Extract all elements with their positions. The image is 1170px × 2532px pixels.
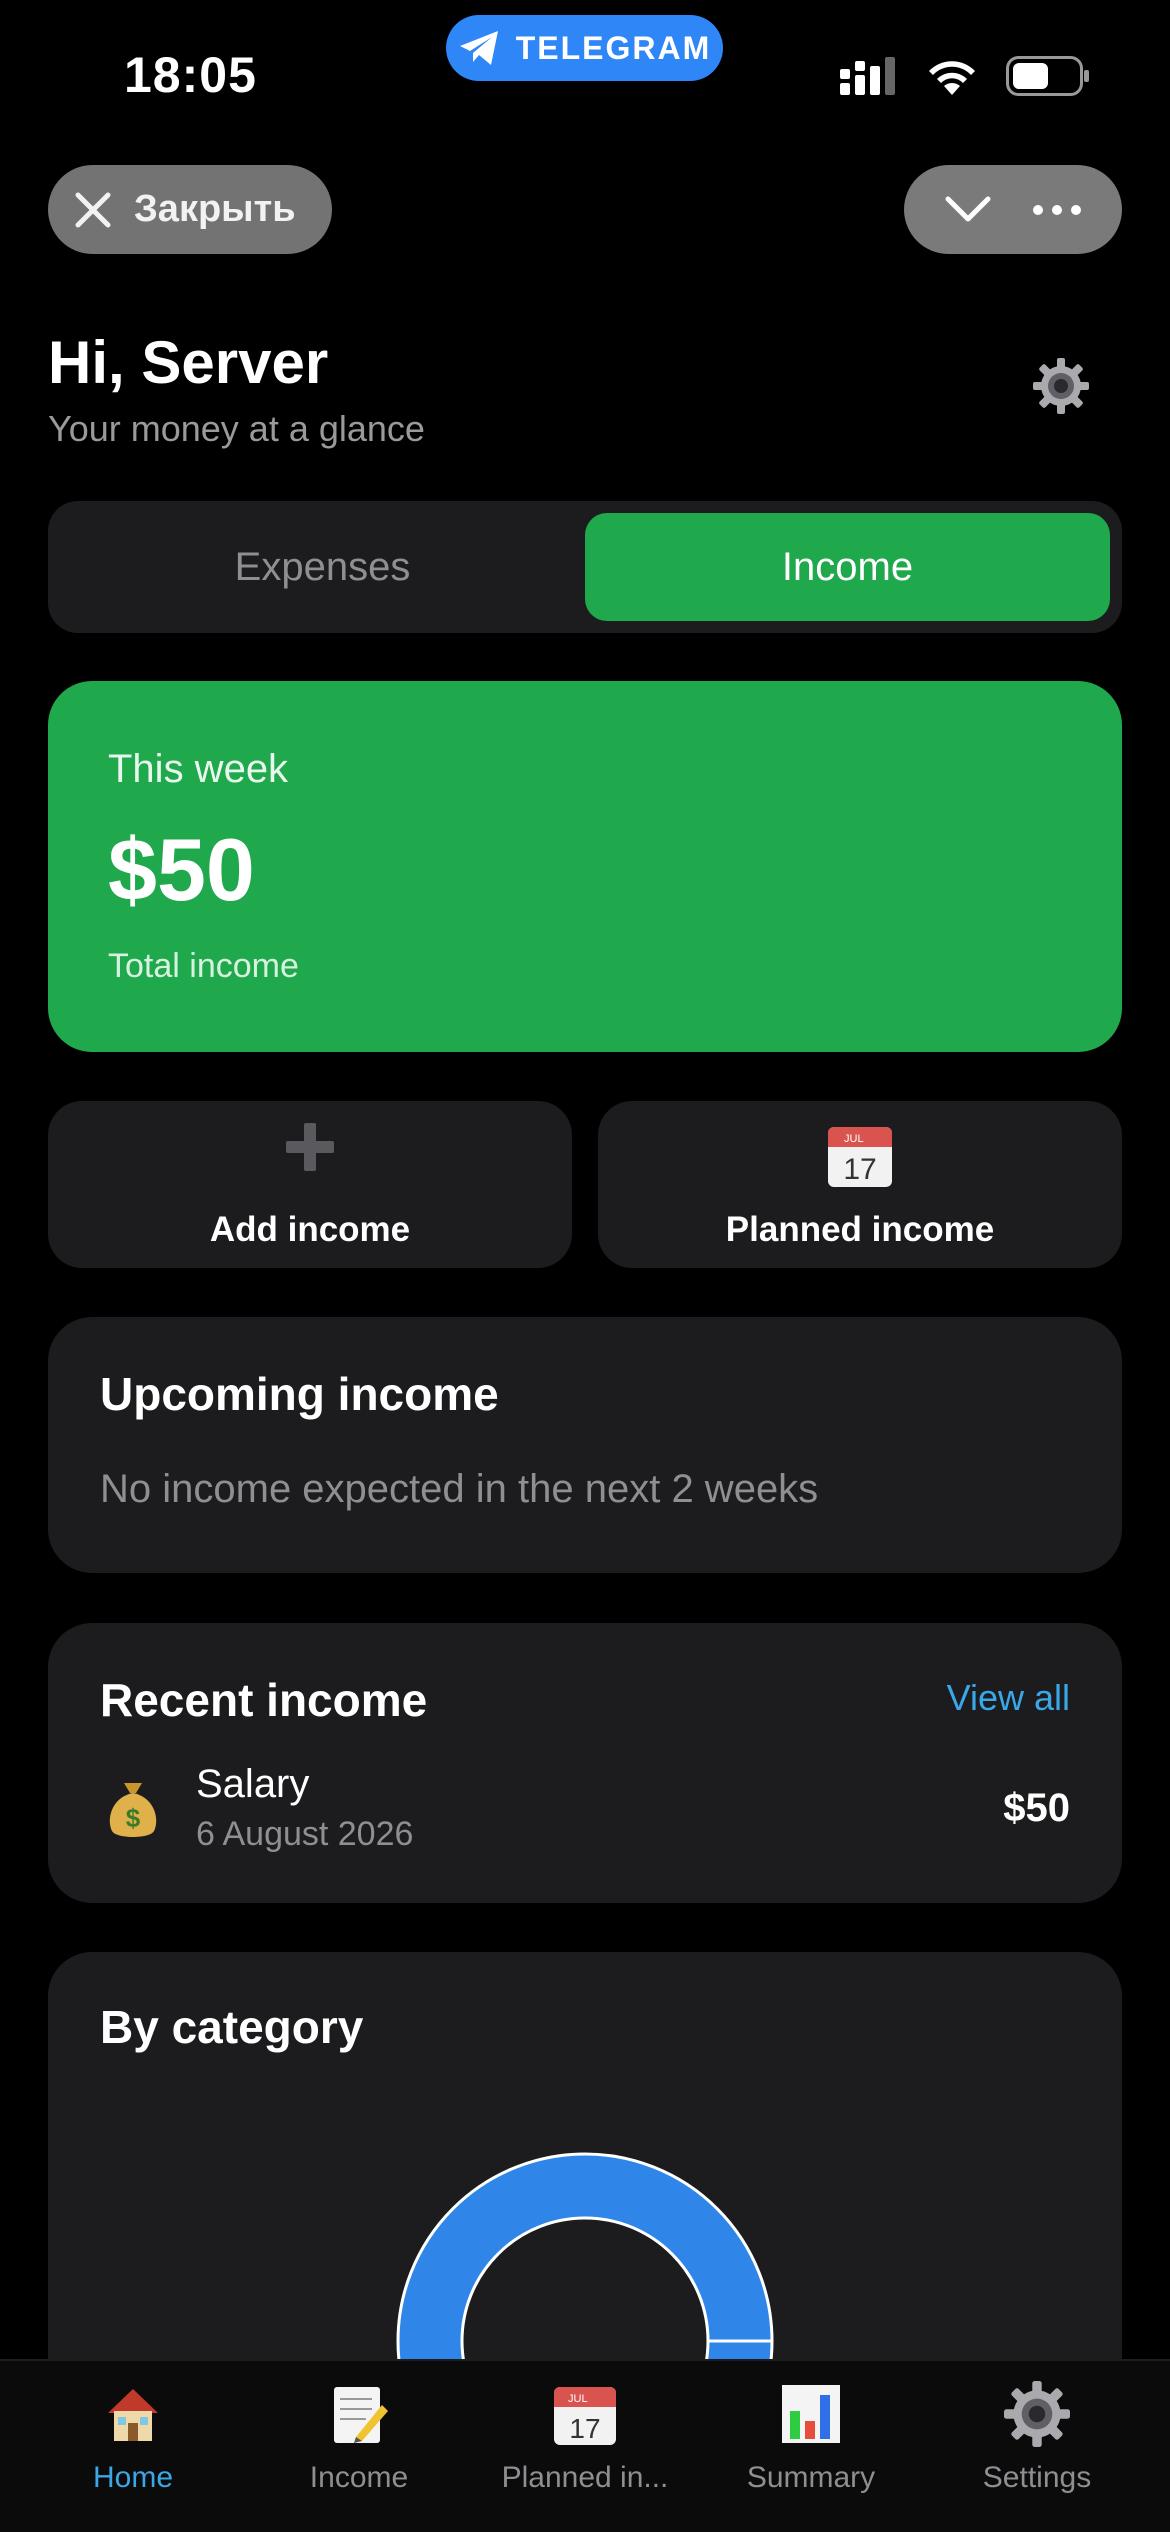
calendar-month: JUL: [844, 1133, 864, 1145]
calendar-icon: JUL 17: [554, 2387, 616, 2445]
tab-calendar-day: 17: [569, 2413, 600, 2444]
signal-icon: [840, 57, 895, 95]
wifi-icon: [929, 61, 975, 95]
status-time: 18:05: [124, 47, 257, 103]
bar-chart-icon: [782, 2385, 840, 2443]
add-income-button[interactable]: Add income: [48, 1101, 572, 1268]
tab-income[interactable]: Income: [585, 513, 1110, 621]
close-label: Закрыть: [134, 188, 296, 230]
tab-expenses[interactable]: Expenses: [60, 513, 585, 621]
chevron-down-icon[interactable]: [944, 195, 992, 225]
svg-text:$: $: [126, 1803, 141, 1833]
tab-planned[interactable]: JUL 17 Planned in...: [475, 2381, 695, 2532]
tab-income-nav[interactable]: Income: [249, 2381, 469, 2532]
tab-planned-label: Planned in...: [501, 2461, 669, 2494]
upcoming-title: Upcoming income: [100, 1368, 499, 1420]
greeting-subtitle: Your money at a glance: [48, 408, 425, 449]
week-summary-card: This week $50 Total income: [48, 681, 1122, 1052]
recent-income-card: Recent income View all $ Salary 6 August…: [48, 1623, 1122, 1903]
telegram-pill[interactable]: TELEGRAM: [446, 15, 723, 81]
gear-icon: [1004, 2381, 1070, 2447]
summary-caption: Total income: [108, 947, 299, 985]
summary-amount: $50: [108, 820, 255, 919]
telegram-label: TELEGRAM: [515, 29, 712, 66]
more-icon[interactable]: [1032, 204, 1082, 216]
gear-icon[interactable]: [1033, 358, 1089, 414]
tab-home-label: Home: [92, 2461, 174, 2494]
calendar-icon: JUL 17: [828, 1127, 892, 1187]
telegram-icon: [459, 31, 498, 65]
category-title: By category: [100, 2001, 364, 2053]
view-all-link[interactable]: View all: [947, 1677, 1070, 1719]
bottom-tab-bar: Home Income JUL 17 Planned in... Summary…: [0, 2359, 1170, 2532]
planned-income-label: Planned income: [725, 1210, 995, 1249]
close-button[interactable]: Закрыть: [48, 165, 332, 254]
memo-icon: [334, 2387, 388, 2443]
summary-period: This week: [108, 747, 289, 791]
money-bag-icon: $: [109, 1783, 157, 1837]
tab-summary[interactable]: Summary: [701, 2381, 921, 2532]
income-name: Salary: [196, 1762, 310, 1806]
status-icons: [840, 56, 1090, 96]
list-item[interactable]: $ Salary 6 August 2026 $50: [100, 1753, 1070, 1863]
tab-income-label: Income: [309, 2461, 409, 2494]
tab-calendar-month: JUL: [568, 2393, 588, 2405]
greeting-title: Hi, Server: [48, 329, 329, 396]
income-amount: $50: [1003, 1785, 1070, 1830]
type-segmented-control: Expenses Income: [48, 501, 1122, 633]
upcoming-empty-text: No income expected in the next 2 weeks: [100, 1467, 819, 1511]
app-screen: 18:05 TELEGRAM Закрыть Hi, Server Your m…: [0, 0, 1170, 2532]
battery-icon: [1006, 56, 1089, 96]
planned-income-button[interactable]: JUL 17 Planned income: [598, 1101, 1122, 1268]
add-income-label: Add income: [209, 1210, 411, 1249]
tab-summary-label: Summary: [746, 2461, 876, 2494]
house-icon: [108, 2389, 158, 2441]
upcoming-income-card: Upcoming income No income expected in th…: [48, 1317, 1122, 1573]
recent-title: Recent income: [100, 1674, 428, 1726]
calendar-day: 17: [843, 1153, 876, 1186]
menu-buttons: [904, 165, 1122, 254]
tab-settings-label: Settings: [982, 2461, 1092, 2494]
tab-settings[interactable]: Settings: [927, 2381, 1147, 2532]
plus-icon: [286, 1123, 334, 1171]
close-icon: [75, 192, 111, 227]
tab-home[interactable]: Home: [23, 2381, 243, 2532]
income-date: 6 August 2026: [196, 1815, 414, 1853]
